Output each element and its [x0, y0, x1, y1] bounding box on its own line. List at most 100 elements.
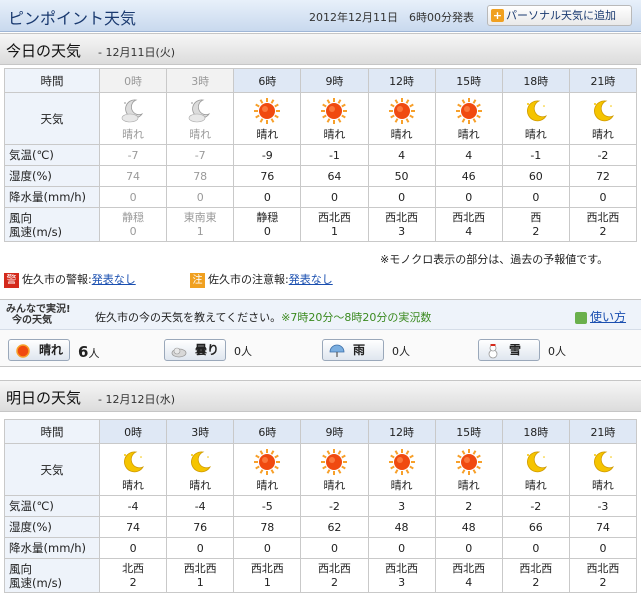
temp-cell: 2 — [434, 495, 503, 517]
vote-count: 0人 — [234, 343, 252, 359]
humidity-cell: 64 — [300, 165, 369, 187]
wind-speed: 2 — [599, 575, 607, 589]
weather-cell: 晴れ — [166, 92, 235, 145]
issued-time: 2012年12月11日 6時00分発表 — [309, 11, 474, 24]
wind-cell: 西北西 3 — [367, 558, 436, 593]
wind-label: 風向 風速(m/s) — [4, 207, 100, 242]
wind-speed: 2 — [330, 575, 338, 589]
add-personal-weather-label: パーソナル天気に追加 — [506, 9, 616, 22]
weather-text: 晴れ — [256, 479, 279, 492]
wind-direction: 西北西 — [519, 561, 553, 575]
wind-direction: 西北西 — [317, 561, 351, 575]
temp-cell: -7 — [166, 144, 235, 166]
sun-icon — [321, 98, 348, 124]
vote-snow-button[interactable]: 雪 — [478, 339, 540, 361]
live-report-logo: みんなで実況! 今の天気 — [6, 304, 71, 326]
wind-direction: 西北西 — [385, 210, 419, 224]
umbrella-icon — [329, 344, 345, 357]
vote-sunny-button[interactable]: 晴れ — [8, 339, 70, 361]
humidity-cell: 48 — [367, 516, 436, 538]
vote-cloudy-button[interactable]: 曇り — [164, 339, 226, 361]
live-report-prompt: 佐久市の今の天気を教えてください。※7時20分～8時20分の実況数 — [95, 309, 431, 325]
live-report-panel: みんなで実況! 今の天気 佐久市の今の天気を教えてください。※7時20分～8時2… — [0, 299, 641, 367]
weather-text: 晴れ — [390, 128, 413, 141]
vote-count-number: 0 — [548, 345, 555, 358]
wind-cell: 西北西 4 — [434, 207, 503, 242]
humidity-cell: 46 — [434, 165, 503, 187]
advisory-link[interactable]: 発表なし — [289, 273, 333, 286]
plus-icon: + — [491, 9, 504, 22]
humidity-cell: 74 — [98, 516, 168, 538]
wind-speed: 1 — [196, 575, 204, 589]
humidity-cell: 76 — [166, 516, 235, 538]
precip-cell: 0 — [166, 537, 235, 559]
weather-cell: 晴れ — [568, 443, 638, 496]
warning-link[interactable]: 発表なし — [92, 273, 136, 286]
wind-cell: 西北西 2 — [300, 558, 369, 593]
sun-icon — [16, 344, 30, 358]
temp-cell: -1 — [300, 144, 369, 166]
precip-cell: 0 — [367, 537, 436, 559]
wind-cell: 西北西 1 — [166, 558, 235, 593]
add-personal-weather-button[interactable]: + パーソナル天気に追加 — [487, 5, 632, 26]
wind-speed: 2 — [129, 575, 137, 589]
page-header: ピンポイント天気 2012年12月11日 6時00分発表 + パーソナル天気に追… — [0, 0, 641, 32]
wind-direction: 静穏 — [122, 210, 145, 224]
wind-direction: 西北西 — [250, 561, 284, 575]
wind-direction: 西北西 — [385, 561, 419, 575]
wind-direction: 西北西 — [452, 210, 486, 224]
wind-speed: 3 — [398, 575, 406, 589]
wind-speed: 3 — [398, 224, 406, 238]
page-title: ピンポイント天気 — [8, 9, 137, 28]
weather-text: 晴れ — [524, 128, 547, 141]
weather-cell: 晴れ — [300, 92, 369, 145]
moon-icon — [593, 451, 614, 473]
wind-cell: 西北西 3 — [367, 207, 436, 242]
how-to-use-link[interactable]: 使い方 — [575, 308, 626, 325]
time-cell: 12時 — [367, 68, 436, 93]
row-label-temp: 気温(℃) — [4, 495, 100, 517]
wind-cell: 西2 — [501, 207, 570, 242]
live-report-logo-line1: みんなで実況! — [6, 304, 71, 315]
wind-cell: 静穏 0 — [233, 207, 302, 242]
temp-cell: -5 — [233, 495, 302, 517]
temp-cell: 4 — [434, 144, 503, 166]
vote-label: 雪 — [509, 343, 522, 357]
wind-speed-label: 風速(m/s) — [9, 575, 63, 590]
advisory-badge-icon: 注 — [190, 272, 205, 288]
time-cell: 15時 — [434, 419, 503, 444]
sun-icon — [254, 449, 281, 475]
weather-cell: 晴れ — [166, 443, 235, 496]
tomorrow-weather-table: 時間 0時 3時 6時 9時 12時 15時 18時 21時 天気 晴れ 晴れ 晴れ 晴れ 晴れ 晴れ 晴れ 晴れ… — [4, 419, 638, 593]
weather-text: 晴れ — [122, 128, 145, 141]
time-cell: 3時 — [166, 68, 235, 93]
precip-cell: 0 — [300, 537, 369, 559]
cloud-icon — [171, 347, 187, 358]
vote-rain-button[interactable]: 雨 — [322, 339, 384, 361]
live-report-question: 佐久市の今の天気を教えてください。 — [95, 311, 282, 324]
weather-cell: 晴れ — [233, 92, 302, 145]
humidity-cell: 74 — [98, 165, 168, 187]
precip-cell: 0 — [300, 186, 369, 208]
temp-cell: 4 — [367, 144, 436, 166]
precip-cell: 0 — [501, 537, 570, 559]
vote-count-number: 0 — [234, 345, 241, 358]
moon-icon — [124, 451, 145, 473]
wind-speed: 0 — [263, 224, 271, 238]
today-section-header: 今日の天気 - 12月11日(火) — [0, 33, 641, 65]
temp-cell: 3 — [367, 495, 436, 517]
wind-direction: 西 — [530, 210, 542, 224]
wind-cell: 北西 2 — [98, 558, 168, 593]
live-report-hours: ※7時20分～8時20分の実況数 — [281, 311, 432, 324]
moon-icon — [191, 451, 212, 473]
vote-count: 6人 — [78, 343, 99, 361]
row-label-precip: 降水量(mm/h) — [4, 186, 100, 208]
moon-icon — [593, 100, 614, 122]
weather-cell: 晴れ — [300, 443, 369, 496]
time-cell: 12時 — [367, 419, 436, 444]
time-cell: 6時 — [233, 419, 302, 444]
temp-cell: -3 — [568, 495, 638, 517]
humidity-cell: 76 — [233, 165, 302, 187]
wind-speed: 4 — [465, 224, 473, 238]
advisory-info: 注佐久市の注意報:発表なし — [190, 271, 333, 288]
